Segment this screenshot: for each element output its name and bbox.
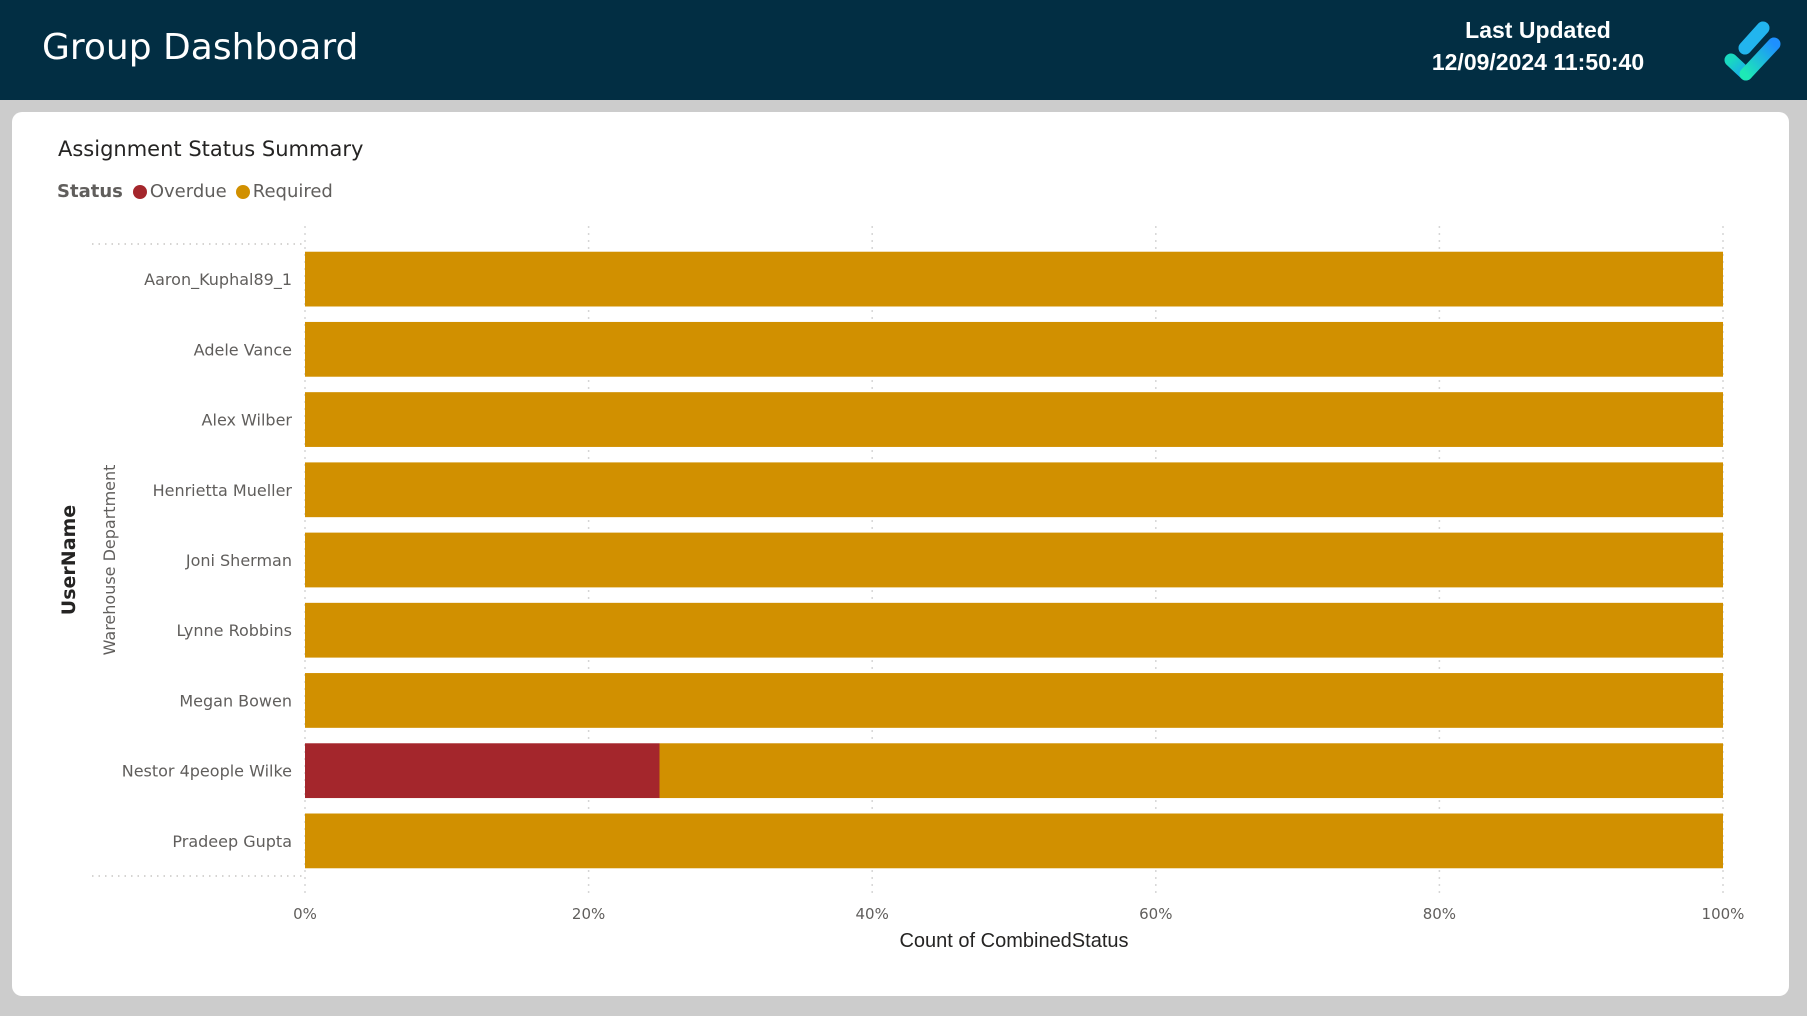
x-axis-ticks: 0% 20% 40% 60% 80% 100%: [293, 905, 1744, 923]
x-tick-label: 20%: [572, 905, 605, 923]
y-axis-labels: Aaron_Kuphal89_1 Adele Vance Alex Wilber He…: [122, 270, 293, 851]
bar-required[interactable]: [305, 813, 1723, 869]
bar-required[interactable]: [305, 602, 1723, 658]
bar-required[interactable]: [305, 462, 1723, 518]
bar-required[interactable]: [659, 743, 1724, 799]
x-tick-label: 100%: [1702, 905, 1745, 923]
stacked-bar-chart: Aaron_Kuphal89_1 Adele Vance Alex Wilber He…: [58, 226, 1744, 952]
bar-overdue[interactable]: [305, 743, 660, 799]
bar-required[interactable]: [305, 251, 1723, 307]
y-category-label: Lynne Robbins: [176, 621, 292, 640]
y-category-label: Aaron_Kuphal89_1: [144, 270, 292, 290]
y-category-label: Joni Sherman: [185, 551, 292, 570]
y-category-label: Adele Vance: [194, 340, 292, 359]
y-category-label: Alex Wilber: [202, 411, 293, 430]
x-tick-label: 40%: [856, 905, 889, 923]
x-tick-label: 80%: [1423, 905, 1456, 923]
bar-required[interactable]: [305, 392, 1723, 447]
x-axis-title: Count of CombinedStatus: [899, 930, 1128, 952]
y-category-label: Nestor 4people Wilke: [122, 762, 292, 781]
bars: [305, 251, 1724, 869]
y-category-label: Pradeep Gupta: [172, 832, 292, 851]
y-category-label: Megan Bowen: [179, 691, 292, 710]
y-category-label: Henrietta Mueller: [153, 481, 293, 500]
bar-required[interactable]: [305, 673, 1723, 728]
y-axis-title: UserName: [58, 505, 80, 615]
bar-required[interactable]: [305, 321, 1723, 377]
bar-required[interactable]: [305, 532, 1723, 588]
y-axis-group-label: Warehouse Department: [100, 465, 119, 656]
x-tick-label: 0%: [293, 905, 317, 923]
x-tick-label: 60%: [1139, 905, 1172, 923]
